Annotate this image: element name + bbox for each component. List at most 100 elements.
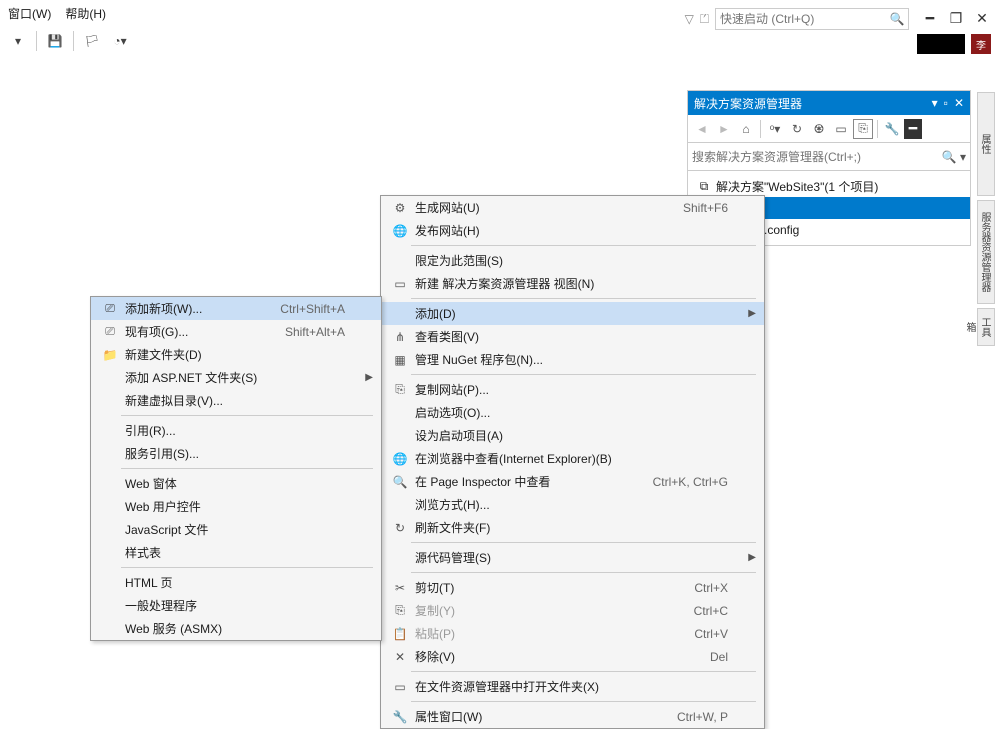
forward-icon: ►: [714, 119, 734, 139]
menu-item[interactable]: 🌐发布网站(H): [381, 219, 764, 242]
menu-item[interactable]: ▭在文件资源管理器中打开文件夹(X): [381, 675, 764, 698]
menu-separator: [411, 671, 756, 672]
refresh-icon[interactable]: ↻: [787, 119, 807, 139]
menu-item[interactable]: ↻刷新文件夹(F): [381, 516, 764, 539]
menu-item-label: 属性窗口(W): [411, 708, 657, 725]
menu-item[interactable]: 引用(R)...: [91, 419, 381, 442]
menu-item[interactable]: ✕移除(V)Del: [381, 645, 764, 668]
menu-item-icon: ⚙: [389, 201, 411, 215]
menu-item-icon: ✂: [389, 581, 411, 595]
side-tab-0[interactable]: 属性: [977, 92, 995, 196]
user-bar[interactable]: [917, 34, 965, 54]
feedback-icon[interactable]: ⏍: [700, 12, 709, 27]
menu-item[interactable]: 添加 ASP.NET 文件夹(S)▶: [91, 366, 381, 389]
menu-item[interactable]: ⎘复制网站(P)...: [381, 378, 764, 401]
preview-icon[interactable]: ━: [904, 119, 922, 139]
solution-node[interactable]: 解决方案"WebSite3"(1 个项目): [716, 178, 878, 195]
side-tab-1[interactable]: 服务器资源管理器: [977, 200, 995, 304]
menu-item-label: Web 服务 (ASMX): [121, 620, 345, 637]
menu-item-icon: ⎘: [389, 603, 411, 618]
menu-item-label: 一般处理程序: [121, 597, 345, 614]
menu-item[interactable]: 🌐在浏览器中查看(Internet Explorer)(B): [381, 447, 764, 470]
panel-close-icon[interactable]: ✕: [954, 96, 964, 110]
menu-item-label: 新建文件夹(D): [121, 346, 345, 363]
menu-item-label: 发布网站(H): [411, 222, 728, 239]
menu-item[interactable]: 添加(D)▶: [381, 302, 764, 325]
panel-menu-icon[interactable]: ▾: [932, 96, 938, 110]
show-all-icon[interactable]: ▭: [831, 119, 851, 139]
menu-item[interactable]: JavaScript 文件: [91, 518, 381, 541]
menu-item[interactable]: ✂剪切(T)Ctrl+X: [381, 576, 764, 599]
menu-item[interactable]: 一般处理程序: [91, 594, 381, 617]
panel-pin-icon[interactable]: ▫: [944, 96, 948, 110]
menu-item[interactable]: ⋔查看类图(V): [381, 325, 764, 348]
menu-item[interactable]: 设为启动项目(A): [381, 424, 764, 447]
pie-icon[interactable]: ◔▾: [108, 29, 132, 53]
menu-item-shortcut: Ctrl+K, Ctrl+G: [653, 475, 728, 489]
file-node[interactable]: .config: [764, 223, 799, 237]
menu-item-shortcut: Shift+Alt+A: [285, 325, 345, 339]
filter-icon[interactable]: ▽: [685, 12, 694, 26]
home-icon[interactable]: ⌂: [736, 119, 756, 139]
panel-title: 解决方案资源管理器: [694, 95, 802, 112]
menu-item[interactable]: Web 窗体: [91, 472, 381, 495]
menu-item[interactable]: ▭新建 解决方案资源管理器 视图(N): [381, 272, 764, 295]
menu-item[interactable]: ▦管理 NuGet 程序包(N)...: [381, 348, 764, 371]
menu-item-label: 管理 NuGet 程序包(N)...: [411, 351, 728, 368]
menu-item[interactable]: Web 服务 (ASMX): [91, 617, 381, 640]
menu-item[interactable]: 🔧属性窗口(W)Ctrl+W, P: [381, 705, 764, 728]
save-icon[interactable]: 💾: [43, 29, 67, 53]
browse-icon[interactable]: 🏳: [80, 29, 104, 53]
menu-item[interactable]: 新建虚拟目录(V)...: [91, 389, 381, 412]
menu-item-label: Web 窗体: [121, 475, 345, 492]
copy-icon[interactable]: ⎘: [853, 119, 873, 139]
close-button[interactable]: ✕: [973, 10, 991, 28]
submenu-arrow-icon: ▶: [748, 552, 756, 563]
side-tab-2[interactable]: 工具箱: [977, 308, 995, 346]
search-icon[interactable]: 🔍 ▾: [942, 150, 966, 164]
menu-item[interactable]: ⎚添加新项(W)...Ctrl+Shift+A: [91, 297, 381, 320]
menu-separator: [411, 374, 756, 375]
menu-item-icon: 📁: [99, 348, 121, 362]
menu-item[interactable]: ⚙生成网站(U)Shift+F6: [381, 196, 764, 219]
quick-launch-input[interactable]: [716, 10, 886, 28]
menu-item[interactable]: 样式表: [91, 541, 381, 564]
menu-item-label: 在文件资源管理器中打开文件夹(X): [411, 678, 728, 695]
menu-separator: [411, 245, 756, 246]
search-icon[interactable]: 🔍: [886, 12, 908, 26]
menu-item-icon: ▭: [389, 277, 411, 291]
sync-icon[interactable]: ᵒ▾: [765, 119, 785, 139]
menu-help[interactable]: 帮助(H): [65, 5, 106, 22]
menu-window[interactable]: 窗口(W): [8, 5, 51, 22]
quick-launch-box[interactable]: 🔍: [715, 8, 909, 30]
menu-item[interactable]: 限定为此范围(S): [381, 249, 764, 272]
toolbar-dropdown[interactable]: ▾: [6, 29, 30, 53]
menu-item[interactable]: HTML 页: [91, 571, 381, 594]
toolbar-divider: [73, 31, 74, 51]
menu-item-label: 移除(V): [411, 648, 690, 665]
user-avatar[interactable]: 李: [971, 34, 991, 54]
menu-item[interactable]: 📁新建文件夹(D): [91, 343, 381, 366]
minimize-button[interactable]: ━: [921, 10, 939, 28]
menu-item[interactable]: ⎚现有项(G)...Shift+Alt+A: [91, 320, 381, 343]
menu-item-icon: ↻: [389, 521, 411, 535]
menu-item[interactable]: 浏览方式(H)...: [381, 493, 764, 516]
menu-item[interactable]: 服务引用(S)...: [91, 442, 381, 465]
menu-item-shortcut: Ctrl+C: [694, 604, 728, 618]
menu-separator: [411, 572, 756, 573]
menu-item[interactable]: 启动选项(O)...: [381, 401, 764, 424]
menu-item[interactable]: 源代码管理(S) ▶: [381, 546, 764, 569]
menu-item-label: 源代码管理(S): [411, 549, 728, 566]
menu-item[interactable]: 🔍在 Page Inspector 中查看Ctrl+K, Ctrl+G: [381, 470, 764, 493]
menu-item-label: 添加新项(W)...: [121, 300, 260, 317]
menu-item-icon: ⎘: [389, 382, 411, 397]
solution-search-input[interactable]: [692, 150, 942, 164]
properties-icon[interactable]: 🔧: [882, 119, 902, 139]
menu-item-icon: 📋: [389, 627, 411, 641]
menu-item-shortcut: Ctrl+V: [694, 627, 728, 641]
menu-item[interactable]: Web 用户控件: [91, 495, 381, 518]
collapse-icon[interactable]: ♼: [809, 119, 829, 139]
menu-item-shortcut: Shift+F6: [683, 201, 728, 215]
restore-button[interactable]: ❐: [947, 10, 965, 28]
menu-item-icon: 🔧: [389, 710, 411, 724]
